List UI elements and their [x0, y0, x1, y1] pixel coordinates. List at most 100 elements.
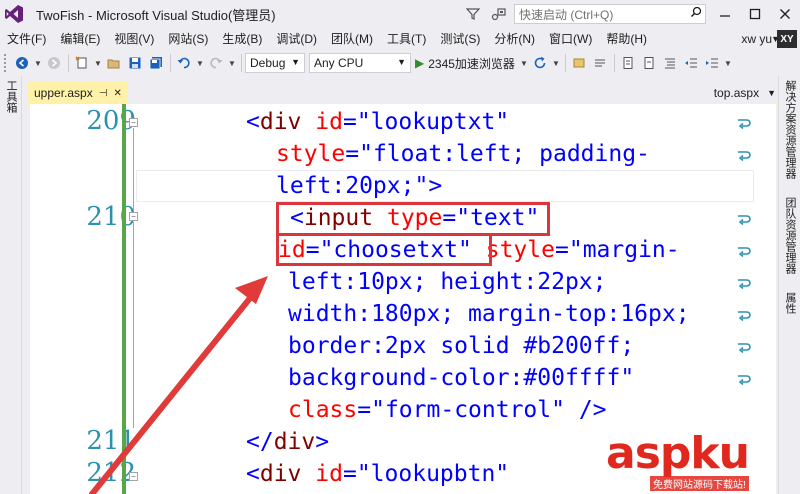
document-tab-bar: upper.aspx ⊣ ✕ top.aspx ▼	[22, 82, 778, 106]
code-line: left:20px;">	[276, 173, 443, 199]
undo-icon[interactable]	[174, 53, 194, 73]
watermark-tagline: 免费网站源码下载站!	[650, 476, 749, 491]
quick-launch-input[interactable]: 快速启动 (Ctrl+Q)	[514, 4, 706, 24]
word-wrap-icon	[736, 146, 752, 162]
maximize-button[interactable]	[740, 0, 770, 28]
highlight-box-id	[276, 233, 492, 266]
chevron-down-icon[interactable]: ▼	[551, 53, 561, 73]
word-wrap-icon	[736, 370, 752, 386]
user-name[interactable]: xw yu	[741, 28, 772, 50]
feedback-icon[interactable]	[488, 3, 510, 25]
refresh-icon[interactable]	[530, 53, 550, 73]
chevron-down-icon[interactable]: ▼	[227, 53, 237, 73]
save-icon[interactable]	[125, 53, 145, 73]
menu-build[interactable]: 生成(B)	[215, 28, 269, 50]
code-line: </div>	[246, 429, 330, 455]
solution-explorer-tab[interactable]: 解决方案资源管理器	[779, 76, 800, 183]
menu-bar: 文件(F) 编辑(E) 视图(V) 网站(S) 生成(B) 调试(D) 团队(M…	[0, 28, 800, 50]
title-bar: TwoFish - Microsoft Visual Studio(管理员) 快…	[0, 0, 800, 28]
menu-test[interactable]: 测试(S)	[433, 28, 487, 50]
indent-icon[interactable]	[702, 53, 722, 73]
visual-studio-logo-icon	[0, 0, 28, 28]
right-tool-strip: 解决方案资源管理器 团队资源管理器 属性	[778, 76, 800, 494]
code-line: background-color:#00ffff"	[288, 365, 635, 391]
toolbar-grip[interactable]	[4, 54, 8, 72]
solution-configuration-select[interactable]: Debug ▼	[245, 53, 305, 73]
current-line-highlight	[136, 170, 754, 202]
run-target-label: 2345加速浏览器	[428, 56, 515, 71]
chevron-down-icon[interactable]: ▼	[519, 53, 529, 73]
word-wrap-icon	[736, 242, 752, 258]
code-line: left:10px; height:22px;	[288, 269, 607, 295]
code-line: style="float:left; padding-	[276, 141, 650, 167]
line-number: 211	[86, 426, 136, 456]
outline-line	[133, 222, 134, 428]
toolbar-separator	[564, 54, 566, 72]
minimize-button[interactable]	[710, 0, 740, 28]
solution-platform-select[interactable]: Any CPU ▼	[309, 53, 411, 73]
standard-toolbar: ▼ ▼ ▼ ▼ Debug ▼ Any CPU ▼ ▶ 2345加速浏览器 ▼ …	[0, 50, 800, 76]
close-button[interactable]	[770, 0, 800, 28]
change-tracking-bar	[122, 104, 126, 494]
highlight-box-input-type	[276, 202, 550, 236]
collapse-icon[interactable]: −	[129, 472, 138, 481]
save-all-icon[interactable]	[146, 53, 166, 73]
word-wrap-icon	[736, 274, 752, 290]
menu-view[interactable]: 视图(V)	[107, 28, 161, 50]
solution-platform-value: Any CPU	[314, 56, 364, 70]
tab-label: upper.aspx	[34, 86, 93, 100]
open-file-icon[interactable]	[104, 53, 124, 73]
toolbox-tab[interactable]: 工具箱	[0, 76, 22, 117]
close-icon[interactable]: ✕	[113, 88, 121, 99]
new-project-icon[interactable]	[72, 53, 92, 73]
solution-configuration-value: Debug	[250, 56, 286, 70]
watermark-logo: aspku 免费网站源码下载站!	[606, 432, 774, 491]
chevron-down-icon[interactable]: ▼	[93, 53, 103, 73]
menu-analyze[interactable]: 分析(N)	[487, 28, 542, 50]
chevron-down-icon[interactable]: ▼	[723, 53, 733, 73]
code-line: border:2px solid #b200ff;	[288, 333, 635, 359]
play-icon: ▶	[415, 56, 425, 70]
chevron-down-icon[interactable]: ▼	[767, 88, 776, 98]
uncomment-icon[interactable]	[639, 53, 659, 73]
code-line: <div id="lookuptxt"	[246, 109, 510, 135]
redo-icon[interactable]	[206, 53, 226, 73]
menu-window[interactable]: 窗口(W)	[542, 28, 599, 50]
code-line: <div id="lookupbtn"	[246, 461, 510, 487]
code-line: class="form-control" />	[288, 397, 607, 423]
tab-top-aspx[interactable]: top.aspx ▼	[714, 82, 776, 104]
comment-out-icon[interactable]	[618, 53, 638, 73]
menu-website[interactable]: 网站(S)	[161, 28, 215, 50]
word-wrap-icon	[736, 210, 752, 226]
pin-icon[interactable]: ⊣	[99, 88, 108, 99]
menu-edit[interactable]: 编辑(E)	[53, 28, 107, 50]
word-wrap-icon	[736, 114, 752, 130]
notifications-filter-icon[interactable]	[462, 3, 484, 25]
menu-team[interactable]: 团队(M)	[324, 28, 380, 50]
chevron-down-icon[interactable]: ▼	[33, 53, 43, 73]
collapse-icon[interactable]: −	[129, 212, 138, 221]
menu-debug[interactable]: 调试(D)	[269, 28, 324, 50]
toolbar-separator	[613, 54, 615, 72]
menu-tools[interactable]: 工具(T)	[380, 28, 433, 50]
outline-line	[133, 128, 134, 210]
format-icon[interactable]	[660, 53, 680, 73]
tab-label: top.aspx	[713, 86, 760, 100]
quick-launch-placeholder: 快速启动 (Ctrl+Q)	[519, 7, 614, 22]
properties-tab[interactable]: 属性	[779, 288, 800, 318]
bookmark-icon[interactable]	[569, 53, 589, 73]
toolbar-separator	[170, 54, 171, 72]
navigate-forward-icon[interactable]	[44, 53, 64, 73]
menu-file[interactable]: 文件(F)	[0, 28, 53, 50]
avatar[interactable]: XY	[777, 30, 797, 48]
collapse-icon[interactable]: −	[129, 118, 138, 127]
search-icon	[690, 6, 702, 21]
outdent-icon[interactable]	[681, 53, 701, 73]
bookmark-next-icon[interactable]	[590, 53, 610, 73]
start-debugging-button[interactable]: ▶ 2345加速浏览器	[415, 53, 515, 73]
tab-upper-aspx[interactable]: upper.aspx ⊣ ✕	[28, 82, 128, 104]
chevron-down-icon[interactable]: ▼	[195, 53, 205, 73]
team-explorer-tab[interactable]: 团队资源管理器	[779, 193, 800, 278]
navigate-back-icon[interactable]	[12, 53, 32, 73]
menu-help[interactable]: 帮助(H)	[599, 28, 654, 50]
